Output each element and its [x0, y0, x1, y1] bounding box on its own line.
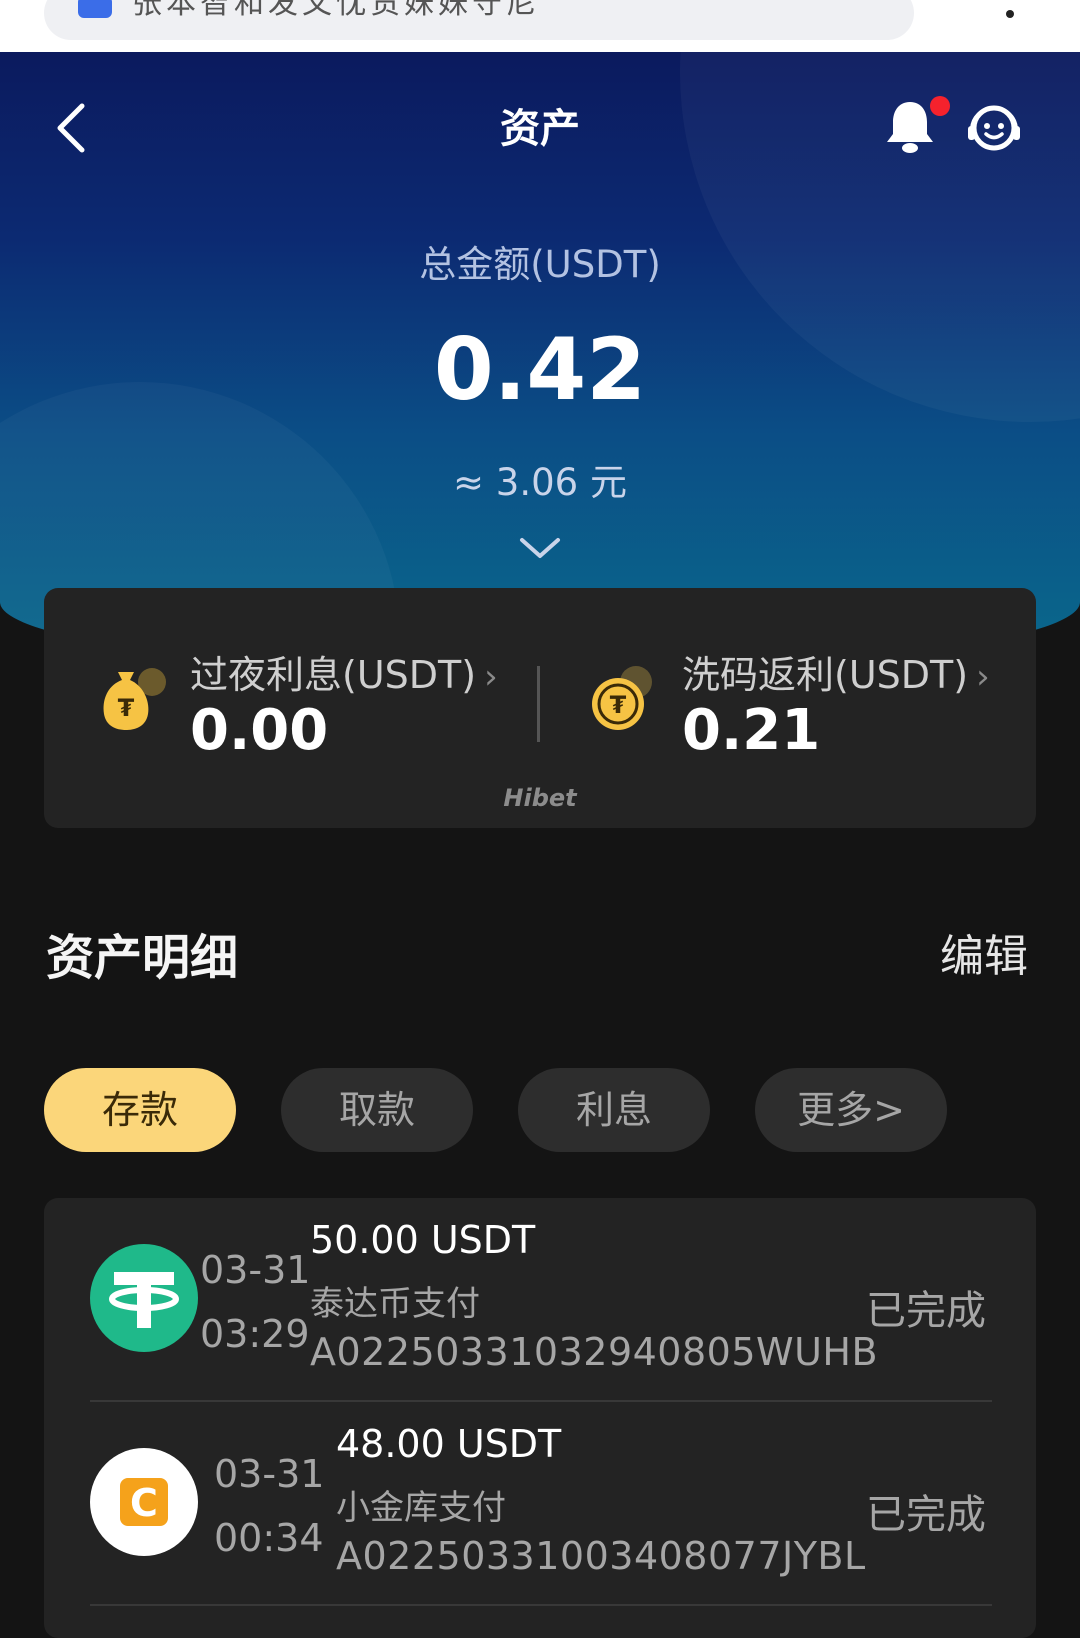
record-order-id: A02250331003408077JYBL	[336, 1534, 866, 1578]
edit-button[interactable]: 编辑	[940, 920, 1028, 984]
chevron-right-icon: ›	[484, 657, 498, 697]
customer-service-icon[interactable]	[964, 98, 1024, 158]
balance-header: 资产 总金额(USDT) 0.42 ≈ 3.06 元	[0, 52, 1080, 672]
record-method: 泰达币支付	[310, 1284, 480, 1324]
svg-text:C: C	[130, 1481, 158, 1525]
total-balance-value: 0.42	[433, 320, 647, 420]
list-item[interactable]: 03-31 03:29 50.00 USDT 泰达币支付 A0225033103…	[44, 1198, 1036, 1402]
total-balance-cny: ≈ 3.06 元	[453, 461, 627, 504]
browser-menu-icon[interactable]	[1006, 10, 1014, 18]
record-amount: 50.00 USDT	[310, 1218, 536, 1262]
tab-interest[interactable]: 利息	[518, 1068, 710, 1152]
money-bag-icon: ₮	[96, 660, 170, 734]
section-title: 资产明细	[46, 930, 239, 986]
filter-tabs: 存款 取款 利息 更多>	[44, 1068, 1036, 1152]
xiaojinku-icon: C	[90, 1448, 198, 1556]
overnight-interest-value: 0.00	[190, 698, 329, 763]
svg-text:₮: ₮	[118, 694, 135, 722]
address-bar[interactable]: 张本智和发文忱货妹妹守尼	[44, 0, 914, 40]
tab-deposit[interactable]: 存款	[44, 1068, 236, 1152]
record-date: 03-31	[200, 1248, 311, 1292]
tab-more[interactable]: 更多>	[755, 1068, 947, 1152]
watermark-logo: Hibet	[503, 784, 577, 812]
search-engine-icon	[78, 0, 112, 18]
row-divider	[90, 1604, 992, 1606]
record-amount: 48.00 USDT	[336, 1422, 562, 1466]
list-item[interactable]: C 03-31 00:34 48.00 USDT 小金库支付 A02250331…	[44, 1402, 1036, 1606]
record-status: 已完成	[866, 1288, 986, 1334]
overnight-interest-label: 过夜利息(USDT)	[190, 653, 477, 697]
chevron-down-icon[interactable]	[516, 534, 564, 562]
record-status: 已完成	[866, 1492, 986, 1538]
tether-icon	[90, 1244, 198, 1352]
address-bar-text: 张本智和发文忱货妹妹守尼	[132, 0, 540, 21]
record-date: 03-31	[214, 1452, 325, 1496]
summary-card: ₮ 过夜利息(USDT) › 0.00 ₮ 洗码返利(USDT) › 0.21 Hi…	[44, 588, 1036, 828]
record-method: 小金库支付	[336, 1488, 506, 1528]
chevron-right-icon: ›	[976, 657, 990, 697]
total-balance-label: 总金额(USDT)	[419, 243, 661, 286]
browser-toolbar: 张本智和发文忱货妹妹守尼	[0, 0, 1080, 52]
record-time: 00:34	[214, 1516, 324, 1560]
svg-text:₮: ₮	[610, 691, 627, 719]
rebate-value: 0.21	[682, 698, 821, 763]
tab-withdraw[interactable]: 取款	[281, 1068, 473, 1152]
notification-badge	[930, 96, 950, 116]
coin-stack-icon: ₮	[588, 660, 662, 734]
rebate-label: 洗码返利(USDT)	[682, 653, 969, 697]
records-list: 03-31 03:29 50.00 USDT 泰达币支付 A0225033103…	[44, 1198, 1036, 1638]
record-order-id: A02250331032940805WUHB	[310, 1330, 879, 1374]
record-time: 03:29	[200, 1312, 310, 1356]
